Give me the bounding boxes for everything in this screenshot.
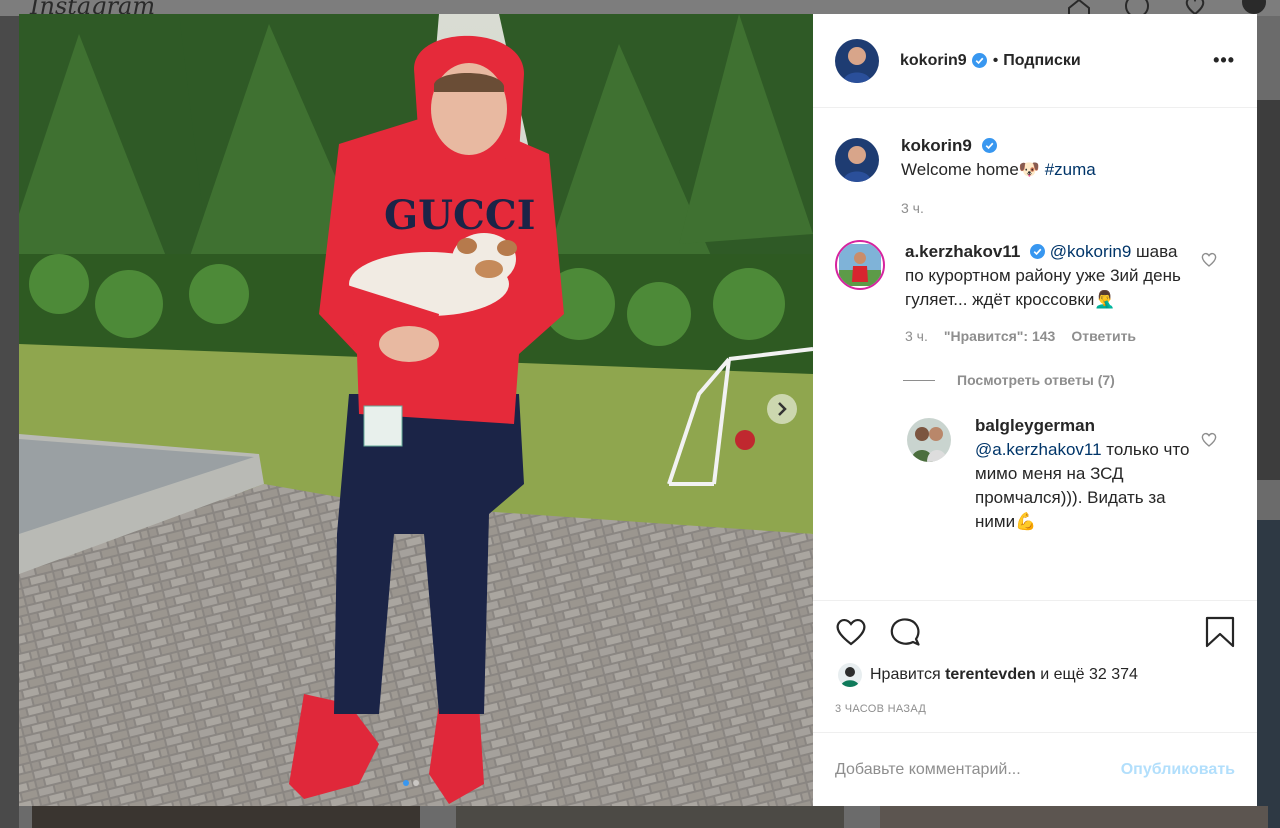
comment-likes-count[interactable]: "Нравится": 143 [944, 324, 1055, 348]
caption-text: Welcome home [901, 160, 1019, 179]
heart-icon [836, 618, 866, 646]
flexed-biceps-emoji: 💪 [1015, 512, 1037, 531]
background-grid-right [1257, 100, 1280, 480]
post-photo[interactable]: GUCCI [19, 14, 813, 806]
reply-mention-link[interactable]: @a.kerzhakov11 [975, 440, 1102, 459]
background-thumb-2[interactable] [456, 806, 844, 828]
background-grid-left [0, 16, 19, 828]
author-username[interactable]: kokorin9 [900, 52, 967, 70]
carousel-next-button[interactable] [767, 394, 797, 424]
svg-text:GUCCI: GUCCI [384, 192, 535, 239]
comment-button[interactable] [889, 612, 929, 652]
more-options-button[interactable]: ••• [1213, 50, 1235, 71]
comment-item: a.kerzhakov11 @kokorin9 шава по курортно… [835, 240, 1257, 348]
reply-item: balgleygerman @a.kerzhakov11 только что … [907, 416, 1257, 534]
verified-badge-icon [971, 53, 987, 68]
carousel-dot [413, 780, 419, 786]
replies-divider [903, 379, 935, 381]
like-comment-heart-icon[interactable] [1201, 252, 1217, 267]
comments-list[interactable]: kokorin9 Welcome home🐶 #zuma 3 ч. a.kerz… [813, 108, 1257, 600]
action-buttons-row [835, 601, 1235, 663]
caption-comment: kokorin9 Welcome home🐶 #zuma 3 ч. [835, 136, 1257, 220]
caption-time[interactable]: 3 ч. [901, 196, 924, 220]
carousel-indicator [403, 780, 419, 786]
bookmark-icon [1205, 616, 1235, 648]
post-modal: GUCCI kokorin9 • Подписки ••• kokorin9 W… [19, 14, 1257, 806]
comment-meta: 3 ч. "Нравится": 143 Ответить [905, 324, 1195, 348]
publish-button[interactable]: Опубликовать [1121, 761, 1235, 779]
comment-body: a.kerzhakov11 @kokorin9 шава по курортно… [905, 240, 1195, 348]
reply-author-avatar[interactable] [907, 418, 951, 462]
background-thumb-1[interactable] [32, 806, 420, 828]
post-sidebar: kokorin9 • Подписки ••• kokorin9 Welcome… [813, 14, 1257, 806]
liker-username[interactable]: terentevden [945, 666, 1036, 683]
caption-body: kokorin9 Welcome home🐶 #zuma 3 ч. [901, 134, 1096, 220]
view-replies-button[interactable]: Посмотреть ответы (7) [903, 372, 1257, 388]
facepalm-emoji: 🤦‍♂️ [1094, 290, 1116, 309]
caption-meta: 3 ч. [901, 196, 1096, 220]
verified-badge-icon [1030, 244, 1046, 259]
commenter-username[interactable]: a.kerzhakov11 [905, 242, 1020, 261]
verified-badge-icon [981, 138, 997, 153]
post-timestamp[interactable]: 3 ЧАСОВ НАЗАД [835, 703, 1235, 715]
likes-count[interactable]: и ещё 32 374 [1040, 666, 1138, 683]
follow-status-button[interactable]: Подписки [1003, 52, 1080, 70]
carousel-dot-active [403, 780, 409, 786]
caption-username[interactable]: kokorin9 [901, 136, 972, 155]
reply-username[interactable]: balgleygerman [975, 416, 1095, 435]
hashtag-link[interactable]: #zuma [1045, 160, 1096, 179]
view-replies-label: Посмотреть ответы (7) [957, 372, 1115, 388]
post-header: kokorin9 • Подписки ••• [813, 14, 1257, 108]
background-grid-right-2 [1257, 520, 1280, 828]
header-separator: • [992, 51, 999, 69]
background-thumb-3[interactable] [880, 806, 1268, 828]
like-reply-heart-icon[interactable] [1201, 432, 1217, 447]
dog-emoji: 🐶 [1018, 160, 1040, 179]
caption-author-avatar[interactable] [835, 138, 879, 182]
likes-prefix: Нравится [870, 666, 941, 683]
reply-button[interactable]: Ответить [1071, 324, 1136, 348]
likes-summary: Нравится terentevden и ещё 32 374 [835, 663, 1235, 687]
mention-link[interactable]: @kokorin9 [1050, 242, 1132, 261]
chevron-right-icon [778, 402, 787, 416]
comment-time[interactable]: 3 ч. [905, 324, 928, 348]
commenter-avatar[interactable] [835, 240, 885, 290]
comment-input[interactable] [835, 760, 1121, 779]
add-comment-form: Опубликовать [813, 732, 1257, 806]
save-button[interactable] [1195, 612, 1235, 652]
comment-bubble-icon [890, 618, 920, 646]
reply-body: balgleygerman @a.kerzhakov11 только что … [975, 414, 1195, 534]
post-actions: Нравится terentevden и ещё 32 374 3 ЧАСО… [813, 600, 1257, 732]
like-button[interactable] [835, 612, 875, 652]
author-avatar[interactable] [835, 38, 879, 83]
liker-avatar[interactable] [838, 663, 862, 687]
